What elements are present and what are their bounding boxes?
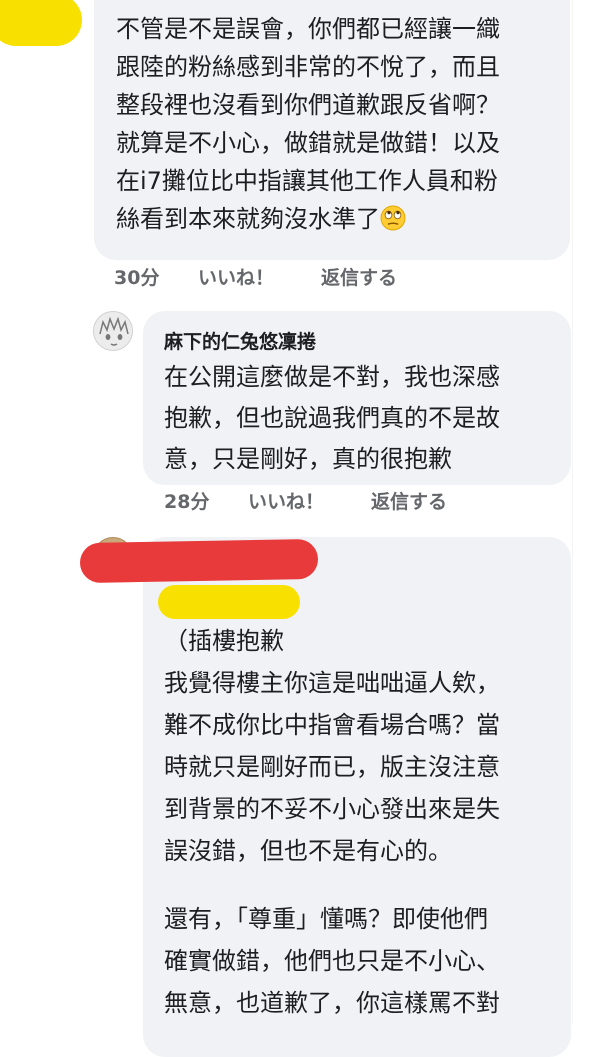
timestamp: 30分 xyxy=(114,267,160,289)
redaction-marker-red xyxy=(79,538,319,584)
comment-line: 在i7攤位比中指讓其他工作人員和粉 xyxy=(116,167,498,195)
timestamp: 28分 xyxy=(164,491,210,513)
comment-line: 還有，「尊重」懂嗎？即使他們 xyxy=(164,905,488,933)
comment-line: 難不成你比中指會看場合嗎？當 xyxy=(164,711,500,739)
comment-line-text: 絲看到本來就夠沒水準了 xyxy=(116,205,380,233)
comment-line: 我覺得樓主你這是咄咄逼人欸， xyxy=(164,669,500,697)
comment-line: 意，只是剛好，真的很抱歉 xyxy=(164,445,452,473)
redaction-marker-yellow xyxy=(158,585,300,619)
redaction-marker-yellow xyxy=(0,0,82,46)
comment-line: 無意，也道歉了，你這樣罵不對 xyxy=(164,989,500,1017)
comment-line: 誤沒錯，但也不是有心的。 xyxy=(164,837,452,865)
comment-line: 不管是不是誤會，你們都已經讓一織 xyxy=(116,15,500,43)
comment-line: 到背景的不妥不小心發出來是失 xyxy=(164,795,500,823)
reply-button[interactable]: 返信する xyxy=(321,266,397,290)
comment-line: 在公開這麼做是不對，我也深感 xyxy=(164,363,500,391)
comment-line: （插樓抱歉 xyxy=(164,627,284,655)
avatar[interactable] xyxy=(93,311,133,351)
comment-line: 絲看到本來就夠沒水準了 xyxy=(116,200,406,238)
comment-line: 確實做錯，他們也只是不小心、 xyxy=(164,947,500,975)
comment-line: 跟陸的粉絲感到非常的不悅了，而且 xyxy=(116,53,500,81)
comment-author[interactable]: 麻下的仁兔悠凜捲 xyxy=(164,330,316,354)
avatar-illustration-icon xyxy=(94,312,132,350)
comment-line: 整段裡也沒看到你們道歉跟反省啊？ xyxy=(116,91,500,119)
comment-line: 抱歉，但也說過我們真的不是故 xyxy=(164,404,500,432)
eye-roll-emoji xyxy=(380,205,406,231)
reply-button[interactable]: 返信する xyxy=(371,490,447,514)
comment-line: 時就只是剛好而已，版主沒注意 xyxy=(164,753,500,781)
scroll-edge xyxy=(572,0,573,1024)
comment-line: 就算是不小心，做錯就是做錯！以及 xyxy=(116,129,500,157)
like-button[interactable]: いいね！ xyxy=(198,266,274,290)
like-button[interactable]: いいね！ xyxy=(248,490,324,514)
